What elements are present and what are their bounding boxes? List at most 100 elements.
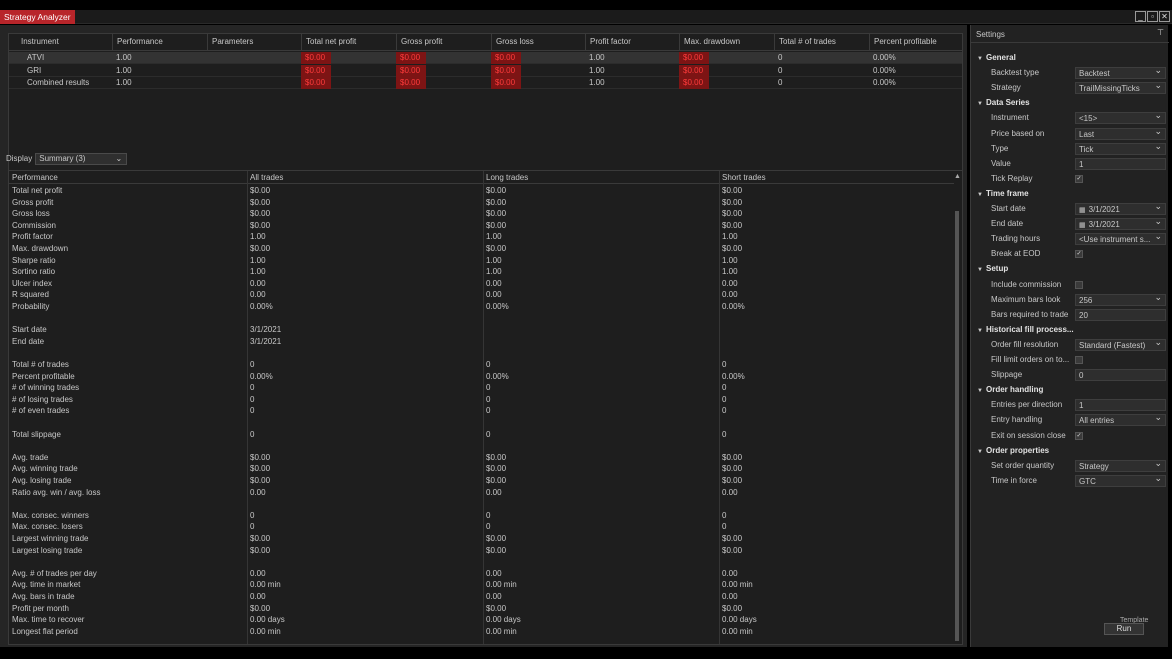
table-row[interactable] [9, 313, 954, 325]
category-label[interactable]: Data Series [986, 98, 1030, 107]
vertical-scrollbar[interactable]: ▲ [954, 173, 961, 644]
table-row[interactable]: R squared 0.00 0.00 0.00 [9, 289, 954, 301]
property-value-text[interactable]: 3/1/2021 [1089, 205, 1120, 214]
table-cell[interactable]: $0.00 [483, 185, 506, 197]
table-row[interactable] [9, 556, 954, 568]
table-cell[interactable]: $0.00 [719, 475, 742, 487]
property-label[interactable]: Start date [991, 203, 1071, 215]
property-value-dropdown[interactable]: 256 [1075, 293, 1166, 306]
property-label[interactable]: End date [991, 218, 1071, 230]
table-cell[interactable] [9, 556, 12, 568]
table-cell[interactable]: $0.00 [719, 533, 742, 545]
column-header[interactable]: Percent profitable [869, 34, 962, 50]
table-cell[interactable]: $0.00 [247, 197, 270, 209]
triangle-down-icon[interactable]: ▼ [977, 385, 986, 397]
table-cell[interactable]: $0.00 [719, 463, 742, 475]
pin-icon[interactable]: ⊤ [1157, 28, 1164, 37]
property-value-text[interactable]: GTC [1079, 477, 1096, 486]
property-label[interactable]: Fill limit orders on to... [991, 354, 1071, 366]
table-cell[interactable]: $0.00 [483, 243, 506, 255]
table-cell[interactable]: 0 [483, 394, 490, 406]
window-title-tab[interactable]: Strategy Analyzer [0, 10, 75, 24]
table-cell[interactable]: Sortino ratio [9, 266, 55, 278]
property-value-text[interactable]: 0 [1079, 371, 1083, 380]
property-value-dropdown[interactable]: Standard (Fastest) [1075, 338, 1166, 351]
table-cell[interactable]: 0 [774, 77, 782, 89]
table-cell[interactable]: Combined results [23, 77, 89, 89]
table-cell[interactable]: Largest winning trade [9, 533, 89, 545]
table-row[interactable]: Max. drawdown $0.00 $0.00 $0.00 [9, 243, 954, 255]
column-header[interactable]: Performance [112, 34, 207, 50]
table-row[interactable]: Gross profit $0.00 $0.00 $0.00 [9, 197, 954, 209]
table-cell[interactable]: 0.00% [869, 65, 896, 77]
property-value-text[interactable]: All entries [1079, 416, 1114, 425]
column-header[interactable]: Total net profit [301, 34, 396, 50]
property-value-dropdown[interactable]: GTC [1075, 474, 1166, 487]
checkbox[interactable]: ✓ [1075, 174, 1083, 183]
table-cell[interactable] [207, 65, 211, 77]
property-value-text[interactable]: 256 [1079, 296, 1092, 305]
triangle-down-icon[interactable]: ▼ [977, 325, 986, 337]
table-cell[interactable]: 0.00 [247, 487, 266, 499]
table-cell[interactable]: Total # of trades [9, 359, 69, 371]
property-label[interactable]: Break at EOD [991, 248, 1071, 260]
column-header[interactable]: Gross profit [396, 34, 491, 50]
table-cell[interactable]: 3/1/2021 [247, 324, 281, 336]
table-cell[interactable]: Profit per month [9, 603, 69, 615]
table-cell[interactable]: $0.00 [247, 185, 270, 197]
triangle-down-icon[interactable]: ▼ [977, 53, 986, 65]
property-value-text[interactable]: 3/1/2021 [1089, 220, 1120, 229]
table-cell[interactable]: 1.00 [719, 255, 738, 267]
table-row[interactable]: Avg. winning trade $0.00 $0.00 $0.00 [9, 463, 954, 475]
table-cell[interactable]: 0 [483, 510, 490, 522]
property-label[interactable]: Time in force [991, 475, 1071, 487]
table-cell[interactable]: Commission [9, 220, 56, 232]
table-cell[interactable]: $0.00 [247, 208, 270, 220]
table-row[interactable]: Gross loss $0.00 $0.00 $0.00 [9, 208, 954, 220]
table-row[interactable]: GRI 1.00 $0.00 $0.00 $0.00 1.00 $0.00 0 0.00% [9, 64, 962, 77]
property-value-text[interactable]: 20 [1075, 308, 1166, 321]
table-cell[interactable]: 0 [719, 394, 726, 406]
table-cell[interactable]: $0.00 [396, 52, 426, 64]
table-cell[interactable]: $0.00 [301, 52, 331, 64]
table-cell[interactable]: 1.00 [483, 231, 502, 243]
property-value-text[interactable]: 1 [1079, 401, 1083, 410]
table-cell[interactable]: $0.00 [679, 52, 709, 64]
table-cell[interactable]: 0 [719, 405, 726, 417]
table-cell[interactable]: Ratio avg. win / avg. loss [9, 487, 100, 499]
property-value-text[interactable]: Last [1079, 130, 1094, 139]
category-label[interactable]: Order handling [986, 385, 1043, 394]
table-row[interactable]: Largest losing trade $0.00 $0.00 $0.00 [9, 545, 954, 557]
table-cell[interactable] [9, 347, 12, 359]
table-row[interactable]: Max. consec. losers 0 0 0 [9, 521, 954, 533]
table-cell[interactable]: 0.00% [719, 301, 745, 313]
table-cell[interactable]: 0.00 [483, 487, 502, 499]
table-row[interactable]: # of even trades 0 0 0 [9, 405, 954, 417]
table-cell[interactable]: 0.00 [483, 289, 502, 301]
column-header[interactable]: Short trades [719, 171, 766, 184]
table-cell[interactable]: 0.00% [247, 371, 273, 383]
display-dropdown[interactable]: Summary (3) ⌄ [35, 152, 128, 165]
table-cell[interactable]: 0 [719, 510, 726, 522]
table-cell[interactable]: Sharpe ratio [9, 255, 56, 267]
property-label[interactable]: Exit on session close [991, 430, 1071, 442]
table-cell[interactable]: 0.00 [247, 591, 266, 603]
table-cell[interactable]: 0.00% [869, 52, 896, 64]
triangle-down-icon[interactable]: ▼ [977, 189, 986, 201]
property-value-dropdown[interactable]: Tick [1075, 142, 1166, 155]
table-cell[interactable]: $0.00 [719, 185, 742, 197]
category-setup[interactable]: ▼ Setup [977, 263, 1008, 275]
property-value-text[interactable]: 20 [1079, 311, 1088, 320]
table-cell[interactable]: 0 [774, 65, 782, 77]
table-cell[interactable]: 1.00 [112, 52, 132, 64]
table-cell[interactable]: 0.00 [719, 591, 738, 603]
table-cell[interactable]: 0 [719, 521, 726, 533]
minimize-icon[interactable]: _ [1135, 11, 1146, 22]
table-row[interactable]: Profit per month $0.00 $0.00 $0.00 [9, 603, 954, 615]
table-cell[interactable]: 0.00 [719, 568, 738, 580]
table-row[interactable]: Combined results 1.00 $0.00 $0.00 $0.00 1.00 $… [9, 77, 962, 89]
table-cell[interactable]: Avg. losing trade [9, 475, 71, 487]
table-cell[interactable]: $0.00 [247, 533, 270, 545]
table-cell[interactable]: $0.00 [483, 545, 506, 557]
table-cell[interactable]: Gross profit [9, 197, 53, 209]
